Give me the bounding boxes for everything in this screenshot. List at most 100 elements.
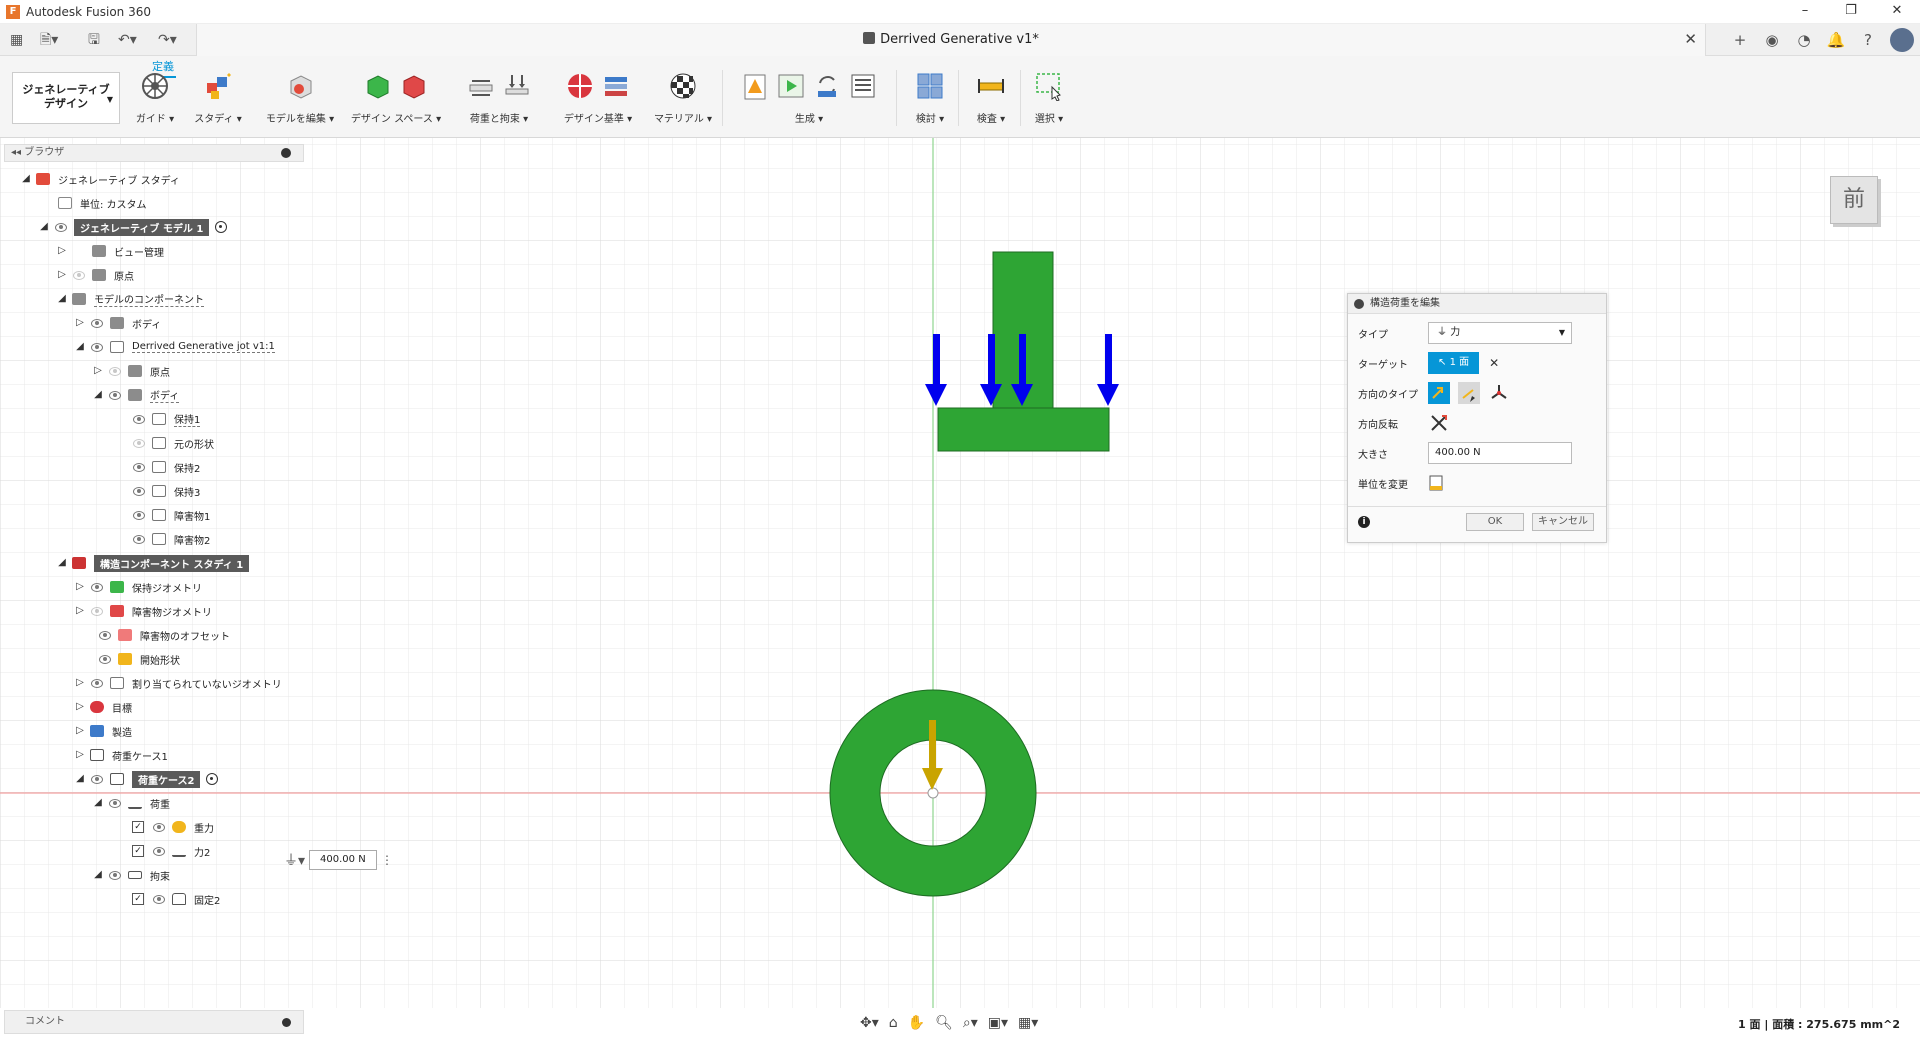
- eye-icon[interactable]: [152, 846, 166, 856]
- units-document-icon[interactable]: [1428, 475, 1444, 491]
- clear-selection-icon[interactable]: ✕: [1489, 356, 1499, 370]
- collapse-triangle-icon[interactable]: ◢: [92, 869, 104, 881]
- type-select[interactable]: ⏚ 力 ▼: [1428, 322, 1572, 344]
- tree-item-component-bodies[interactable]: ◢ ボディ: [92, 386, 180, 404]
- new-tab-icon[interactable]: +: [1724, 31, 1756, 49]
- direction-angle-icon[interactable]: [1458, 382, 1480, 404]
- tree-item-gravity[interactable]: ✓ 重力: [132, 818, 214, 836]
- tree-item-origin[interactable]: ▷ 原点: [56, 266, 134, 284]
- expand-triangle-icon[interactable]: ▷: [74, 581, 86, 593]
- cancel-button[interactable]: キャンセル: [1532, 513, 1594, 531]
- eye-icon[interactable]: [54, 222, 68, 232]
- zoom-icon[interactable]: 🔍︎: [935, 1015, 953, 1031]
- eye-icon[interactable]: [90, 318, 104, 328]
- minimize-button[interactable]: –: [1782, 0, 1828, 24]
- tree-item-objectives[interactable]: ▷ 目標: [74, 698, 132, 716]
- eye-icon[interactable]: [132, 510, 146, 520]
- tree-item-generative-study[interactable]: ◢ ジェネレーティブ スタディ: [20, 170, 180, 188]
- save-icon[interactable]: 🖫: [88, 30, 100, 50]
- close-tab-icon[interactable]: ✕: [1684, 30, 1697, 48]
- tree-item-bodies[interactable]: ▷ ボディ: [74, 314, 161, 332]
- ribbon-group-design-space[interactable]: デザイン スペース ▾: [350, 66, 442, 136]
- expand-triangle-icon[interactable]: ▷: [92, 365, 104, 377]
- tree-item-preserve-geometry[interactable]: ▷ 保持ジオメトリ: [74, 578, 202, 596]
- tree-item-derrived-component[interactable]: ◢ Derrived Generative jot v1:1: [74, 338, 275, 356]
- tree-item-structural-study[interactable]: ◢ 構造コンポーネント スタディ 1: [56, 554, 250, 572]
- tree-item-component-origin[interactable]: ▷ 原点: [92, 362, 170, 380]
- collapse-triangle-icon[interactable]: ◢: [56, 557, 68, 569]
- viewcube[interactable]: 前: [1826, 170, 1878, 232]
- eye-icon[interactable]: [90, 606, 104, 616]
- eye-icon[interactable]: [90, 582, 104, 592]
- pin-icon[interactable]: [282, 1018, 291, 1027]
- expand-triangle-icon[interactable]: ▷: [74, 725, 86, 737]
- ribbon-group-explore[interactable]: 検討 ▾: [908, 66, 952, 136]
- ribbon-group-design-criteria[interactable]: デザイン基準 ▾: [556, 66, 640, 136]
- force-type-icon[interactable]: ⏚▾: [284, 850, 305, 870]
- tree-item-preserve-2[interactable]: 保持2: [132, 458, 200, 476]
- document-tab[interactable]: Derrived Generative v1* ✕: [196, 24, 1706, 56]
- tree-item-manufacturing[interactable]: ▷ 製造: [74, 722, 132, 740]
- collapse-triangle-icon[interactable]: ◢: [92, 389, 104, 401]
- app-grid-icon[interactable]: ▦: [10, 30, 23, 50]
- tree-item-original-shape[interactable]: 元の形状: [132, 434, 214, 452]
- fixed-checkbox[interactable]: ✓: [132, 893, 144, 905]
- notifications-icon[interactable]: 🔔: [1820, 31, 1852, 49]
- tree-item-fixed-2[interactable]: ✓ 固定2: [132, 890, 220, 908]
- file-menu-icon[interactable]: 🗎▾: [40, 30, 58, 50]
- eye-icon[interactable]: [90, 342, 104, 352]
- tree-item-unassigned-geometry[interactable]: ▷ 割り当てられていないジオメトリ: [74, 674, 282, 692]
- ok-button[interactable]: OK: [1466, 513, 1524, 531]
- dialog-header[interactable]: 構造荷重を編集: [1348, 294, 1606, 314]
- eye-icon[interactable]: [132, 486, 146, 496]
- ribbon-group-inspect[interactable]: 検査 ▾: [966, 66, 1016, 136]
- pin-icon[interactable]: [281, 148, 291, 158]
- target-selection-button[interactable]: ↖ 1 面: [1428, 352, 1480, 374]
- tree-item-load-case-2[interactable]: ◢ 荷重ケース2: [74, 770, 219, 788]
- collapse-triangle-icon[interactable]: ◢: [92, 797, 104, 809]
- job-status-icon[interactable]: ◔: [1788, 31, 1820, 49]
- pan-icon[interactable]: ✋: [908, 1015, 925, 1031]
- collapse-triangle-icon[interactable]: ◢: [74, 341, 86, 353]
- eye-icon[interactable]: [108, 390, 122, 400]
- activate-icon[interactable]: [206, 773, 219, 785]
- extensions-icon[interactable]: ◉: [1756, 31, 1788, 49]
- tree-item-loads[interactable]: ◢ 荷重: [92, 794, 170, 812]
- eye-icon[interactable]: [108, 366, 122, 376]
- browser-header[interactable]: ◂◂ ブラウザ: [4, 144, 304, 162]
- ribbon-group-material[interactable]: マテリアル ▾: [652, 66, 714, 136]
- eye-icon[interactable]: [152, 894, 166, 904]
- force-checkbox[interactable]: ✓: [132, 845, 144, 857]
- tree-item-obstacle-geometry[interactable]: ▷ 障害物ジオメトリ: [74, 602, 212, 620]
- workspace-switcher[interactable]: ジェネレーティブ デザイン ▼: [12, 72, 120, 124]
- viewcube-front-face[interactable]: 前: [1830, 176, 1878, 224]
- tree-item-obstacle-offset[interactable]: 障害物のオフセット: [90, 626, 230, 644]
- display-settings-icon[interactable]: ▣▾: [988, 1015, 1008, 1031]
- collapse-dialog-icon[interactable]: [1354, 299, 1364, 309]
- undo-icon[interactable]: ↶▾: [118, 30, 137, 50]
- more-options-icon[interactable]: ⋮: [381, 853, 393, 867]
- expand-triangle-icon[interactable]: ▷: [74, 605, 86, 617]
- ribbon-group-guide[interactable]: ガイド ▾: [130, 66, 180, 136]
- eye-icon[interactable]: [90, 774, 104, 784]
- grid-settings-icon[interactable]: ▦▾: [1018, 1015, 1038, 1031]
- eye-icon[interactable]: [72, 270, 86, 280]
- tree-item-model-components[interactable]: ◢ モデルのコンポーネント: [56, 290, 204, 308]
- comment-bar[interactable]: コメント: [4, 1010, 304, 1034]
- gravity-checkbox[interactable]: ✓: [132, 821, 144, 833]
- ribbon-group-study[interactable]: スタディ ▾: [190, 66, 246, 136]
- restore-button[interactable]: ❐: [1828, 0, 1874, 24]
- eye-icon[interactable]: [98, 630, 112, 640]
- collapse-icon[interactable]: ◂◂: [11, 147, 24, 158]
- expand-triangle-icon[interactable]: ▷: [74, 749, 86, 761]
- eye-icon[interactable]: [132, 462, 146, 472]
- ribbon-group-select[interactable]: 選択 ▾: [1026, 66, 1072, 136]
- tree-item-view-management[interactable]: ▷ ビュー管理: [56, 242, 164, 260]
- orbit-icon[interactable]: ✥▾: [860, 1015, 879, 1031]
- tree-item-obstacle-2[interactable]: 障害物2: [132, 530, 210, 548]
- expand-triangle-icon[interactable]: ▷: [56, 269, 68, 281]
- expand-triangle-icon[interactable]: ▷: [74, 677, 86, 689]
- tree-item-force-2[interactable]: ✓ 力2: [132, 842, 210, 860]
- help-icon[interactable]: ?: [1852, 31, 1884, 49]
- tree-item-starting-shape[interactable]: 開始形状: [90, 650, 180, 668]
